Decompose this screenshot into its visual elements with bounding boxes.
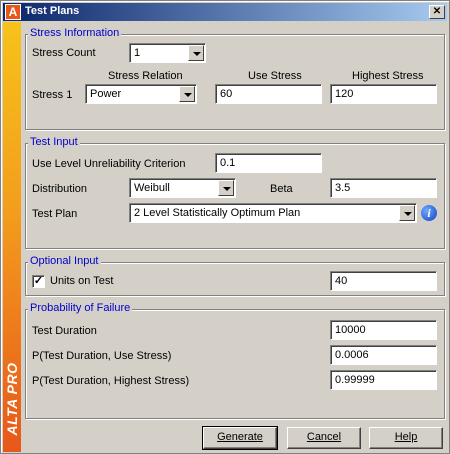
stress-information-legend: Stress Information: [28, 27, 122, 39]
units-on-test-checkbox[interactable]: ✓: [32, 275, 45, 288]
brand-sidebar: ALTA PRO: [3, 22, 21, 452]
units-on-test-label: Units on Test: [50, 275, 114, 287]
distribution-label: Distribution: [32, 183, 88, 195]
chevron-down-icon[interactable]: [188, 45, 204, 61]
brand-label: ALTA PRO: [4, 362, 20, 436]
unreliability-criterion-label: Use Level Unreliability Criterion: [32, 158, 186, 170]
probability-of-failure-legend: Probability of Failure: [28, 302, 133, 314]
cancel-button[interactable]: Cancel: [287, 427, 361, 449]
alta-app-icon: A: [5, 4, 21, 20]
p-use-stress-label: P(Test Duration, Use Stress): [32, 350, 172, 362]
stress-relation-select[interactable]: Power: [85, 84, 197, 104]
test-plans-window: A Test Plans ✕ ALTA PRO Stress Informati…: [0, 0, 450, 454]
test-plan-label: Test Plan: [32, 208, 78, 220]
use-stress-header: Use Stress: [248, 70, 302, 82]
stress-information-group: Stress Information Stress Count 1 Stress…: [25, 27, 445, 130]
optional-input-group: Optional Input ✓ Units on Test 40: [25, 255, 445, 296]
test-input-group: Test Input Use Level Unreliability Crite…: [25, 136, 445, 249]
stress-relation-header: Stress Relation: [108, 70, 183, 82]
window-title: Test Plans: [25, 5, 80, 17]
stress-1-label: Stress 1: [32, 89, 73, 101]
close-button[interactable]: ✕: [429, 5, 445, 19]
chevron-down-icon[interactable]: [179, 86, 195, 102]
generate-button-label: Generate: [217, 431, 263, 443]
test-plan-value: 2 Level Statistically Optimum Plan: [134, 207, 301, 219]
p-use-stress-input[interactable]: 0.0006: [330, 345, 437, 365]
beta-label: Beta: [270, 183, 293, 195]
chevron-down-icon[interactable]: [399, 205, 415, 221]
info-icon[interactable]: i: [421, 205, 437, 221]
test-plan-select[interactable]: 2 Level Statistically Optimum Plan: [129, 203, 417, 223]
use-stress-input[interactable]: 60: [215, 84, 322, 104]
optional-input-legend: Optional Input: [28, 255, 101, 267]
help-button-label: Help: [394, 431, 418, 443]
p-highest-stress-input[interactable]: 0.99999: [330, 370, 437, 390]
distribution-select[interactable]: Weibull: [129, 178, 236, 198]
chevron-down-icon[interactable]: [218, 180, 234, 196]
stress-count-value: 1: [134, 47, 141, 59]
stress-count-label: Stress Count: [32, 47, 96, 59]
cancel-button-label: Cancel: [306, 431, 342, 443]
test-input-legend: Test Input: [28, 136, 80, 148]
generate-button[interactable]: Generate: [202, 426, 278, 450]
help-button[interactable]: Help: [369, 427, 443, 449]
highest-stress-input[interactable]: 120: [330, 84, 437, 104]
title-bar: A Test Plans ✕: [3, 3, 447, 21]
highest-stress-header: Highest Stress: [352, 70, 424, 82]
test-duration-label: Test Duration: [32, 325, 97, 337]
stress-count-select[interactable]: 1: [129, 43, 206, 63]
probability-of-failure-group: Probability of Failure Test Duration 100…: [25, 302, 445, 419]
p-highest-stress-label: P(Test Duration, Highest Stress): [32, 375, 190, 387]
stress-relation-value: Power: [90, 88, 122, 100]
unreliability-criterion-input[interactable]: 0.1: [215, 153, 322, 173]
units-on-test-input[interactable]: 40: [330, 271, 437, 291]
test-duration-input[interactable]: 10000: [330, 320, 437, 340]
distribution-value: Weibull: [134, 182, 170, 194]
beta-input[interactable]: 3.5: [330, 178, 437, 198]
